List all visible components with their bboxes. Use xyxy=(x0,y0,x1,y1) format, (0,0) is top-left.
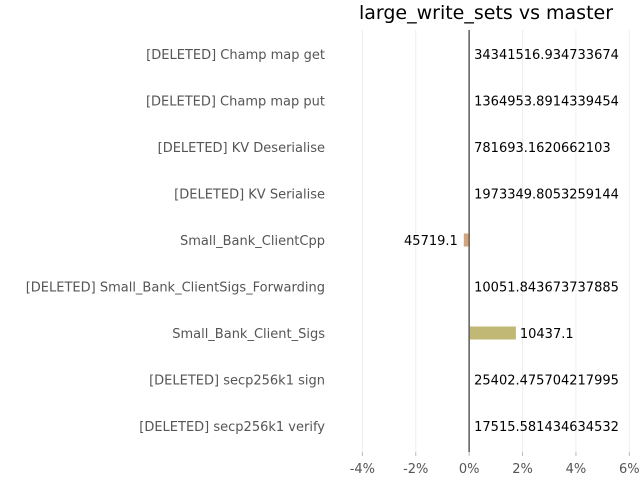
category-label: Small_Bank_Client_Sigs xyxy=(172,327,325,342)
x-tick-label: 2% xyxy=(512,462,533,477)
chart-title: large_write_sets vs master xyxy=(359,2,613,24)
x-tick-label: 6% xyxy=(619,462,640,477)
x-axis-ticks: -4% -2% 0% 2% 4% 6% xyxy=(350,452,640,477)
x-tick-label: -2% xyxy=(403,462,428,477)
value-label: 34341516.934733674 xyxy=(474,48,619,63)
category-label: [DELETED] KV Serialise xyxy=(174,188,325,203)
value-label: 781693.1620662103 xyxy=(474,141,610,156)
category-label: [DELETED] Small_Bank_ClientSigs_Forwardi… xyxy=(26,281,325,296)
value-label: 10437.1 xyxy=(520,327,574,342)
bar xyxy=(463,233,470,247)
x-tick-label: 4% xyxy=(566,462,587,477)
grid-lines xyxy=(361,30,630,452)
value-label: 45719.1 xyxy=(404,234,458,249)
bar xyxy=(469,326,516,340)
labels: [DELETED] Champ map get 34341516.93473367… xyxy=(26,48,619,435)
x-tick-label: 0% xyxy=(459,462,480,477)
value-label: 17515.581434634532 xyxy=(474,420,619,435)
category-label: [DELETED] KV Deserialise xyxy=(158,141,325,156)
value-label: 10051.843673737885 xyxy=(474,281,619,296)
category-label: [DELETED] secp256k1 sign xyxy=(149,374,325,389)
category-label: [DELETED] Champ map put xyxy=(146,95,325,110)
category-label: [DELETED] Champ map get xyxy=(146,48,325,63)
bar-chart: large_write_sets vs master [DELETED] Cha… xyxy=(26,2,640,477)
category-label: Small_Bank_ClientCpp xyxy=(180,234,325,249)
x-tick-label: -4% xyxy=(350,462,375,477)
value-label: 1973349.8053259144 xyxy=(474,188,619,203)
value-label: 25402.475704217995 xyxy=(474,374,619,389)
value-label: 1364953.8914339454 xyxy=(474,95,619,110)
category-label: [DELETED] secp256k1 verify xyxy=(139,420,325,435)
